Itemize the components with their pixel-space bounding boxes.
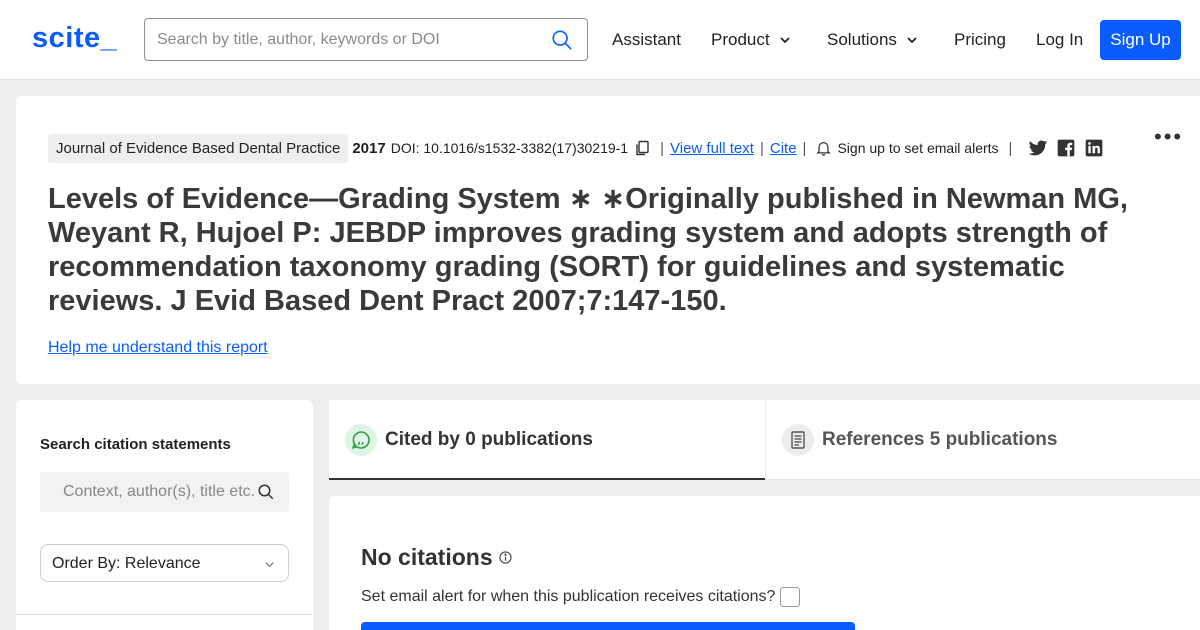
article-meta-row: Journal of Evidence Based Dental Practic… bbox=[48, 132, 1104, 164]
nav-pricing[interactable]: Pricing bbox=[954, 30, 1006, 50]
speech-bubble-icon-wrap: ,, bbox=[345, 424, 377, 456]
email-alerts-link[interactable]: Sign up to set email alerts bbox=[837, 140, 998, 156]
order-by-value: Order By: Relevance bbox=[52, 555, 201, 572]
chevron-down-icon bbox=[907, 37, 917, 44]
scite-logo[interactable]: scite_ bbox=[32, 22, 117, 55]
twitter-icon[interactable] bbox=[1028, 138, 1048, 158]
copy-icon[interactable] bbox=[634, 140, 650, 156]
more-options-icon[interactable]: ••• bbox=[1154, 124, 1183, 150]
top-header: scite_ Assistant Product Solutions Prici… bbox=[0, 0, 1200, 80]
quote-bubble-icon: ,, bbox=[352, 431, 370, 449]
help-understand-link[interactable]: Help me understand this report bbox=[48, 339, 268, 357]
nav-product[interactable]: Product bbox=[711, 30, 792, 50]
search-icon[interactable] bbox=[257, 483, 275, 501]
citation-search-input[interactable] bbox=[63, 472, 263, 512]
main-search-box[interactable] bbox=[144, 18, 588, 61]
svg-text:,,: ,, bbox=[358, 437, 365, 447]
email-alert-question: Set email alert for when this publicatio… bbox=[361, 588, 776, 605]
document-icon-wrap bbox=[782, 424, 814, 456]
main-search-input[interactable] bbox=[157, 19, 537, 60]
separator: | bbox=[660, 139, 665, 157]
tab-cited-by[interactable]: ,, Cited by 0 publications bbox=[329, 400, 765, 480]
publication-year: 2017 bbox=[352, 139, 386, 157]
email-alert-row: Set email alert for when this publicatio… bbox=[361, 587, 801, 607]
bell-icon[interactable] bbox=[816, 140, 832, 156]
email-alert-checkbox[interactable] bbox=[780, 587, 801, 607]
sidebar-divider bbox=[16, 614, 313, 615]
info-icon[interactable] bbox=[498, 551, 512, 564]
facebook-icon[interactable] bbox=[1056, 138, 1076, 158]
journal-badge[interactable]: Journal of Evidence Based Dental Practic… bbox=[48, 133, 349, 163]
tab-references-label: References 5 publications bbox=[822, 429, 1058, 450]
sidebar-heading: Search citation statements bbox=[40, 436, 231, 453]
signup-button[interactable]: Sign Up bbox=[1100, 20, 1181, 60]
separator: | bbox=[802, 139, 807, 157]
citation-search-box[interactable] bbox=[40, 472, 289, 512]
nav-solutions-label: Solutions bbox=[827, 30, 897, 49]
citations-content: No citations Set email alert for when th… bbox=[329, 496, 1200, 630]
login-link[interactable]: Log In bbox=[1036, 30, 1083, 50]
no-citations-text: No citations bbox=[361, 544, 493, 570]
primary-action-button[interactable] bbox=[361, 622, 855, 630]
order-by-select[interactable]: Order By: Relevance bbox=[40, 544, 289, 582]
document-icon bbox=[791, 431, 805, 449]
tab-cited-by-label: Cited by 0 publications bbox=[385, 429, 593, 450]
nav-assistant[interactable]: Assistant bbox=[612, 30, 681, 50]
search-icon[interactable] bbox=[551, 29, 573, 51]
nav-product-label: Product bbox=[711, 30, 770, 49]
tab-references[interactable]: References 5 publications bbox=[766, 400, 1200, 480]
separator: | bbox=[1008, 139, 1013, 157]
citation-sidebar: Search citation statements Order By: Rel… bbox=[16, 400, 313, 630]
article-card: Journal of Evidence Based Dental Practic… bbox=[16, 96, 1200, 384]
linkedin-icon[interactable] bbox=[1084, 138, 1104, 158]
chevron-down-icon bbox=[265, 562, 274, 568]
separator: | bbox=[759, 139, 764, 157]
doi-text: DOI: 10.1016/s1532-3382(17)30219-1 bbox=[390, 140, 629, 156]
nav-solutions[interactable]: Solutions bbox=[827, 30, 919, 50]
article-title: Levels of Evidence—Grading System ∗ ∗Ori… bbox=[48, 183, 1128, 317]
no-citations-heading: No citations bbox=[361, 544, 512, 571]
chevron-down-icon bbox=[779, 37, 790, 44]
view-full-text-link[interactable]: View full text bbox=[670, 140, 754, 157]
cite-link[interactable]: Cite bbox=[770, 140, 797, 157]
